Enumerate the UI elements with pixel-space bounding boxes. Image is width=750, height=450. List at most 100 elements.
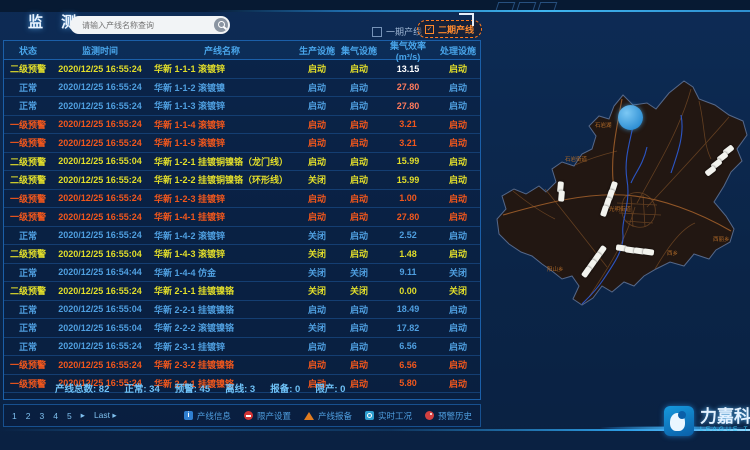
legend-tri-button[interactable]: 产线报备 [304, 410, 352, 422]
cell-name: 华新 2-3-1 挂镀锌 [148, 340, 296, 353]
cell-gas: 关闭 [338, 284, 380, 297]
cell-prod: 启动 [296, 136, 338, 149]
cell-eff: 1.00 [380, 193, 436, 203]
cell-status: 正常 [4, 229, 52, 242]
legend-label: 预警历史 [438, 410, 472, 422]
map-cluster-marker[interactable] [618, 105, 643, 130]
monitor-dashboard: 监 测 一期产线 ✓ 二期产线 状态监测时间产线名称生产设施集气设施集气效率(m… [0, 0, 750, 450]
cell-eff: 6.56 [380, 341, 436, 351]
last-page-button[interactable]: Last ▸ [94, 410, 117, 421]
table-row[interactable]: 正常2020/12/25 16:55:04华新 2-2-1 挂镀镍铬启动启动18… [4, 301, 480, 320]
legend-label: 限产设置 [257, 410, 291, 422]
table-row[interactable]: 正常2020/12/25 16:55:24华新 1-1-3 滚镀锌启动启动27.… [4, 97, 480, 116]
page-button[interactable]: 5 [67, 411, 72, 421]
cell-treat: 启动 [436, 62, 480, 75]
cell-status: 一级预警 [4, 358, 52, 371]
column-header: 集气设施 [338, 44, 380, 57]
cell-time: 2020/12/25 16:55:24 [52, 360, 148, 370]
page-button[interactable]: 4 [53, 411, 58, 421]
cell-prod: 关闭 [296, 266, 338, 279]
next-page-button[interactable]: ▸ [81, 410, 85, 421]
summary-item: 产线总数: 82 [55, 381, 109, 395]
column-header: 产线名称 [148, 44, 296, 57]
cell-gas: 启动 [338, 62, 380, 75]
cell-time: 2020/12/25 16:55:24 [52, 101, 148, 111]
cell-name: 华新 2-1-1 挂镀镍铬 [148, 284, 296, 297]
cell-prod: 启动 [296, 118, 338, 131]
cell-prod: 启动 [296, 62, 338, 75]
summary-item: 预警: 45 [175, 381, 210, 395]
realtime-icon [365, 411, 374, 420]
bottom-toolbar: 12345 ▸ Last ▸ i产线信息 限产设置 产线报备 实时工况 预警历史 [3, 404, 481, 427]
top-decoration [497, 2, 556, 10]
page-button[interactable]: 1 [12, 411, 17, 421]
phase1-checkbox[interactable]: 一期产线 [372, 25, 422, 38]
table-row[interactable]: 二级预警2020/12/25 16:55:04华新 1-2-1 挂镀铜镍铬（龙门… [4, 153, 480, 172]
page-button[interactable]: 2 [26, 411, 31, 421]
cell-eff: 15.99 [380, 156, 436, 166]
search-box[interactable] [70, 16, 230, 34]
cell-time: 2020/12/25 16:55:04 [52, 156, 148, 166]
cell-time: 2020/12/25 16:55:04 [52, 323, 148, 333]
brand-logo: 力嘉科技 LEAGUE TECH [664, 406, 750, 436]
cell-eff: 2.52 [380, 230, 436, 240]
device-marker[interactable] [558, 190, 565, 201]
cell-treat: 关闭 [436, 266, 480, 279]
legend-info-button[interactable]: i产线信息 [184, 410, 231, 422]
cell-treat: 启动 [436, 229, 480, 242]
cell-time: 2020/12/25 16:55:24 [52, 341, 148, 351]
top-accent-line [205, 10, 750, 12]
cell-status: 正常 [4, 266, 52, 279]
table-row[interactable]: 二级预警2020/12/25 16:55:04华新 1-4-3 滚镀锌关闭启动1… [4, 245, 480, 264]
cell-name: 华新 1-2-3 挂镀锌 [148, 192, 296, 205]
legend-label: 产线报备 [318, 410, 352, 422]
league-tech-icon [664, 406, 694, 436]
page-button[interactable]: 3 [39, 411, 44, 421]
search-input[interactable] [80, 17, 212, 34]
cell-eff: 15.99 [380, 175, 436, 185]
cell-status: 二级预警 [4, 247, 52, 260]
cell-status: 二级预警 [4, 173, 52, 186]
cell-eff: 3.21 [380, 138, 436, 148]
table-row[interactable]: 一级预警2020/12/25 16:55:24华新 2-3-2 挂镀镍铬启动启动… [4, 356, 480, 375]
cell-treat: 启动 [436, 358, 480, 371]
table-row[interactable]: 正常2020/12/25 16:54:44华新 1-4-4 仿金关闭关闭9.11… [4, 264, 480, 283]
table-row[interactable]: 正常2020/12/25 16:55:24华新 1-4-2 滚镀锌关闭启动2.5… [4, 227, 480, 246]
cell-prod: 启动 [296, 81, 338, 94]
table-row[interactable]: 正常2020/12/25 16:55:24华新 2-3-1 挂镀锌启动启动6.5… [4, 338, 480, 357]
cell-name: 华新 1-1-3 滚镀锌 [148, 99, 296, 112]
legend-alarm-button[interactable]: 预警历史 [425, 410, 472, 422]
summary-item: 正常: 34 [124, 381, 159, 395]
cell-prod: 启动 [296, 155, 338, 168]
table-row[interactable]: 一级预警2020/12/25 16:55:24华新 1-1-5 滚镀锌启动启动3… [4, 134, 480, 153]
cell-status: 一级预警 [4, 210, 52, 223]
cell-name: 华新 1-1-5 滚镀锌 [148, 136, 296, 149]
search-icon[interactable] [214, 18, 228, 32]
cell-prod: 启动 [296, 99, 338, 112]
legend-ban-button[interactable]: 限产设置 [244, 410, 291, 422]
cell-time: 2020/12/25 16:55:24 [52, 286, 148, 296]
report-icon [304, 412, 314, 420]
table-row[interactable]: 正常2020/12/25 16:55:04华新 2-2-2 滚镀镍铬关闭启动17… [4, 319, 480, 338]
cell-treat: 启动 [436, 99, 480, 112]
table-row[interactable]: 二级预警2020/12/25 16:55:24华新 1-1-1 滚镀锌启动启动1… [4, 60, 480, 79]
cell-treat: 关闭 [436, 284, 480, 297]
table-row[interactable]: 二级预警2020/12/25 16:55:24华新 2-1-1 挂镀镍铬关闭关闭… [4, 282, 480, 301]
cell-gas: 启动 [338, 210, 380, 223]
cell-eff: 9.11 [380, 267, 436, 277]
table-row[interactable]: 一级预警2020/12/25 16:55:24华新 1-1-4 滚镀锌启动启动3… [4, 116, 480, 135]
table-row[interactable]: 一级预警2020/12/25 16:55:24华新 1-4-1 挂镀锌启动启动2… [4, 208, 480, 227]
summary-item: 限产: 0 [315, 381, 345, 395]
cell-time: 2020/12/25 16:55:24 [52, 193, 148, 203]
district-map[interactable]: 石岩湖石岩街道光明街道西丽乡西乡阳山乡 [485, 55, 750, 400]
cell-gas: 启动 [338, 173, 380, 186]
cell-prod: 启动 [296, 210, 338, 223]
table-row[interactable]: 一级预警2020/12/25 16:55:24华新 1-2-3 挂镀锌启动启动1… [4, 190, 480, 209]
legend-rt-button[interactable]: 实时工况 [365, 410, 412, 422]
cell-name: 华新 1-4-1 挂镀锌 [148, 210, 296, 223]
cell-treat: 启动 [436, 173, 480, 186]
table-row[interactable]: 二级预警2020/12/25 16:55:24华新 1-2-2 挂镀铜镍铬（环形… [4, 171, 480, 190]
table-row[interactable]: 正常2020/12/25 16:55:24华新 1-1-2 滚镀镍启动启动27.… [4, 79, 480, 98]
checkbox-icon[interactable] [372, 27, 382, 37]
cell-gas: 启动 [338, 99, 380, 112]
